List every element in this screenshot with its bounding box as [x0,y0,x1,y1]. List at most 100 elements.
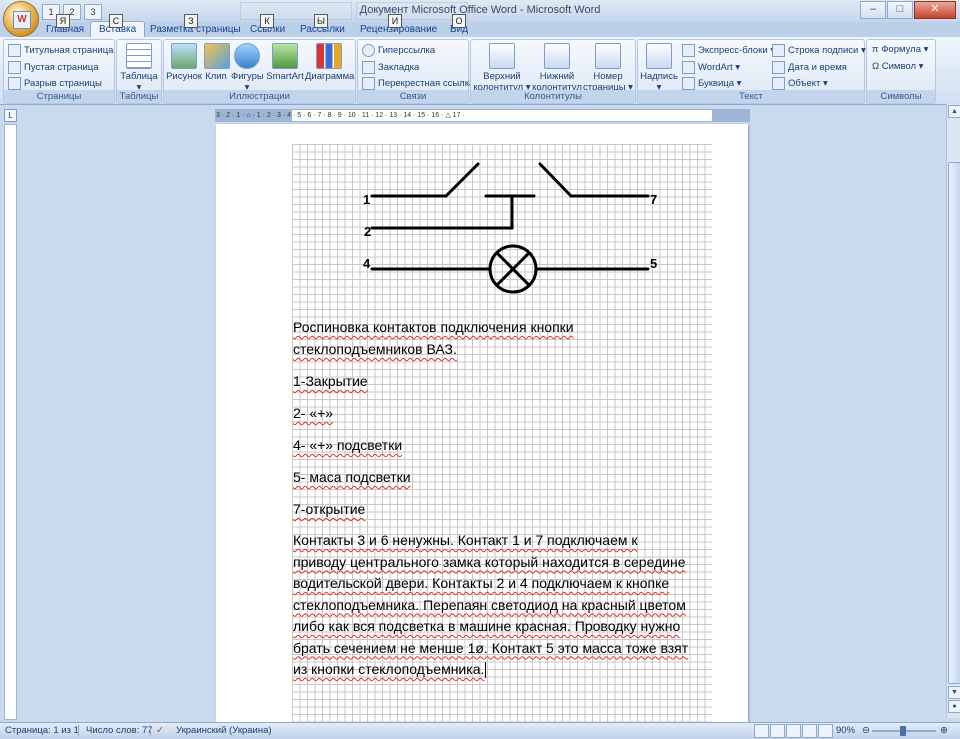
calendar-icon [772,61,785,74]
page-number-button[interactable]: Номер страницы ▾ [583,43,633,93]
clipart-icon [204,43,230,69]
blank-page-button[interactable]: Пустая страница [8,61,98,74]
label: Рисунок [166,71,202,82]
label: Клип [205,71,227,82]
keytip: О [452,14,466,28]
document-page[interactable]: 1 2 4 5 7 Роспиновка контактов подключен… [216,124,748,724]
document-body[interactable]: Роспиновка контактов подключения кнопки … [293,316,693,691]
scroll-down-arrow-icon[interactable]: ▼ [948,686,960,699]
pin-label-4: 4 [363,256,371,271]
date-time-button[interactable]: Дата и время [772,61,847,74]
wordart-button[interactable]: WordArt ▾ [682,61,740,74]
zoom-out-icon[interactable]: ⊖ [862,725,870,736]
group-pages: Титульная страница ▾ Пустая страница Раз… [3,39,121,104]
clipart-button[interactable]: Клип [204,43,230,82]
zoom-level[interactable]: 90% [836,725,855,736]
window-title: Документ Microsoft Office Word - Microso… [359,4,601,16]
web-layout-view-icon[interactable] [786,724,801,738]
page-break-button[interactable]: Разрыв страницы [8,77,102,90]
picture-button[interactable]: Рисунок [166,43,202,82]
header-button[interactable]: Верхний колонтитул ▾ [473,43,531,93]
page-count[interactable]: Страница: 1 из 1 [5,725,79,736]
tab-selector-button[interactable]: L [4,109,17,122]
label: Дата и время [788,62,847,73]
page-break-icon [8,77,21,90]
chart-button[interactable]: Диаграмма [305,43,354,82]
vertical-ruler[interactable] [4,124,17,720]
ruler-numbers: 3 · 2 · 1 · ⌂ · 1 · 2 · 3 · 4 · 5 · 6 · … [216,112,465,119]
tab-mailings[interactable]: Ы Рассылки [300,14,345,37]
quick-parts-button[interactable]: Экспресс-блоки ▾ [682,44,775,57]
vertical-scrollbar[interactable]: ▲ ▼ ● [946,104,960,718]
pin-label-1: 1 [363,192,370,207]
object-button[interactable]: Объект ▾ [772,77,828,90]
keytip: З [184,14,198,28]
tab-insert[interactable]: С Вставка [90,14,146,38]
textbox-button[interactable]: Надпись ▾ [640,43,678,93]
close-button[interactable]: ✕ [914,1,956,19]
maximize-button[interactable]: □ [887,1,913,19]
browse-object-icon[interactable]: ● [948,700,960,713]
group-label: Таблицы [117,90,161,103]
cross-reference-icon [362,77,375,90]
window-controls: – □ ✕ [860,1,956,19]
dropcap-button[interactable]: Буквица ▾ [682,77,741,90]
hyperlink-button[interactable]: Гиперссылка [362,44,435,57]
label: Перекрестная ссылка [378,78,475,89]
ribbon: Титульная страница ▾ Пустая страница Раз… [0,37,960,105]
tab-page-layout[interactable]: З Разметка страницы [150,14,241,37]
pin-label-2: 2 [364,224,371,239]
group-label: Связи [358,90,468,103]
notes-text: Контакты 3 и 6 ненужны. Контакт 1 и 7 по… [293,532,689,677]
label: Таблица [120,71,158,82]
scrollbar-thumb[interactable] [948,162,960,684]
picture-icon [171,43,197,69]
equation-button[interactable]: π Формула ▾ [872,44,928,55]
pin-label-5: 5 [650,256,657,271]
smartart-button[interactable]: SmartArt [266,43,304,82]
group-label: Колонтитулы [471,90,635,103]
symbol-button[interactable]: Ω Символ ▾ [872,61,923,72]
group-label: Страницы [4,90,114,103]
bookmark-button[interactable]: Закладка [362,61,419,74]
draft-view-icon[interactable] [818,724,833,738]
title-bar: W 1 2 3 Документ Microsoft Office Word -… [0,0,960,36]
word-count[interactable]: Число слов: 77 [86,725,153,736]
keytip: С [109,14,123,28]
cover-page-icon [8,44,21,57]
group-label: Символы [867,90,935,103]
zoom-in-icon[interactable]: ⊕ [940,725,948,736]
office-button[interactable]: W [4,2,38,36]
group-illustrations: Рисунок Клип Фигуры ▾ SmartArt Диаграмма … [163,39,356,104]
table-icon [126,43,152,69]
tab-references[interactable]: К Ссылки [250,14,285,37]
textbox-icon [646,43,672,69]
divider [150,725,151,736]
divider [78,725,79,736]
print-layout-view-icon[interactable] [754,724,769,738]
pin-2-paragraph: 2- «+» [293,405,334,421]
minimize-button[interactable]: – [860,1,886,19]
shapes-button[interactable]: Фигуры ▾ [231,43,264,93]
pin-4-paragraph: 4- «+» подсветки [293,437,403,453]
table-button[interactable]: Таблица ▾ [119,43,159,93]
tab-view[interactable]: О Вид [450,14,468,37]
label: Надпись [640,71,678,82]
scroll-up-arrow-icon[interactable]: ▲ [948,105,960,118]
signature-line-button[interactable]: Строка подписи ▾ [772,44,866,57]
chart-icon [316,43,342,69]
tab-review[interactable]: И Рецензирование [360,14,437,37]
tab-home[interactable]: Я Главная [46,14,84,37]
full-screen-reading-view-icon[interactable] [770,724,785,738]
outline-view-icon[interactable] [802,724,817,738]
cover-page-button[interactable]: Титульная страница ▾ [8,44,121,57]
proofing-icon[interactable]: ✓ [156,725,164,736]
language-indicator[interactable]: Украинский (Украина) [176,725,272,736]
zoom-slider-thumb[interactable] [900,726,906,736]
cross-reference-button[interactable]: Перекрестная ссылка [362,77,474,90]
keytip: Ы [314,14,328,28]
horizontal-ruler[interactable]: 3 · 2 · 1 · ⌂ · 1 · 2 · 3 · 4 · 5 · 6 · … [215,109,750,122]
signature-line-icon [772,44,785,57]
label: Строка подписи ▾ [788,45,866,56]
keytip: К [260,14,274,28]
